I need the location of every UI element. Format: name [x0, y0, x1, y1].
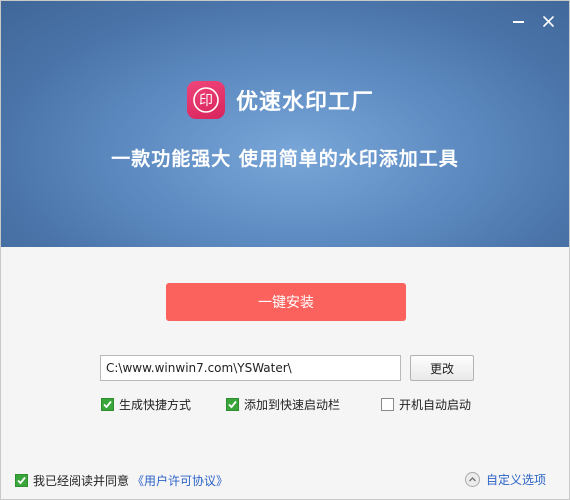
- brand: 印 优速水印工厂: [187, 81, 374, 119]
- license-link[interactable]: 《用户许可协议》: [132, 472, 228, 489]
- option-label: 生成快捷方式: [119, 398, 192, 412]
- option-autostart[interactable]: 开机自动启动: [381, 396, 471, 413]
- custom-options-label: 自定义选项: [486, 473, 547, 487]
- checkbox-quick-launch[interactable]: [226, 398, 239, 411]
- checkmark-icon: [228, 400, 237, 409]
- minimize-button[interactable]: [507, 10, 529, 32]
- checkbox-agree[interactable]: [15, 474, 28, 487]
- close-icon: [542, 15, 554, 27]
- custom-options-button[interactable]: 自定义选项: [465, 471, 546, 488]
- installer-window: 印 优速水印工厂 一款功能强大 使用简单的水印添加工具 一键安装 更改 生成快捷…: [0, 0, 570, 500]
- chevron-up-icon: [465, 472, 480, 487]
- option-quick-launch[interactable]: 添加到快速启动栏: [226, 396, 340, 413]
- checkmark-icon: [17, 476, 26, 485]
- install-path-input[interactable]: [100, 355, 401, 381]
- logo-glyph: 印: [199, 93, 213, 109]
- close-button[interactable]: [537, 10, 559, 32]
- slogan: 一款功能强大 使用简单的水印添加工具: [111, 148, 459, 170]
- checkbox-autostart[interactable]: [381, 398, 394, 411]
- option-label: 开机自动启动: [399, 398, 472, 412]
- minimize-icon: [512, 21, 524, 23]
- agreement: 我已经阅读并同意 《用户许可协议》: [15, 472, 228, 489]
- header-banner: 印 优速水印工厂 一款功能强大 使用简单的水印添加工具: [1, 1, 569, 247]
- checkmark-icon: [103, 400, 112, 409]
- option-label: 添加到快速启动栏: [244, 398, 341, 412]
- install-button[interactable]: 一键安装: [166, 283, 406, 321]
- app-name: 优速水印工厂: [236, 90, 375, 115]
- app-logo-icon: 印: [187, 81, 225, 119]
- agree-text: 我已经阅读并同意: [33, 474, 130, 488]
- checkbox-create-shortcut[interactable]: [101, 398, 114, 411]
- seal-logo: 印: [193, 87, 219, 113]
- option-create-shortcut[interactable]: 生成快捷方式: [101, 396, 191, 413]
- change-path-button[interactable]: 更改: [410, 355, 474, 381]
